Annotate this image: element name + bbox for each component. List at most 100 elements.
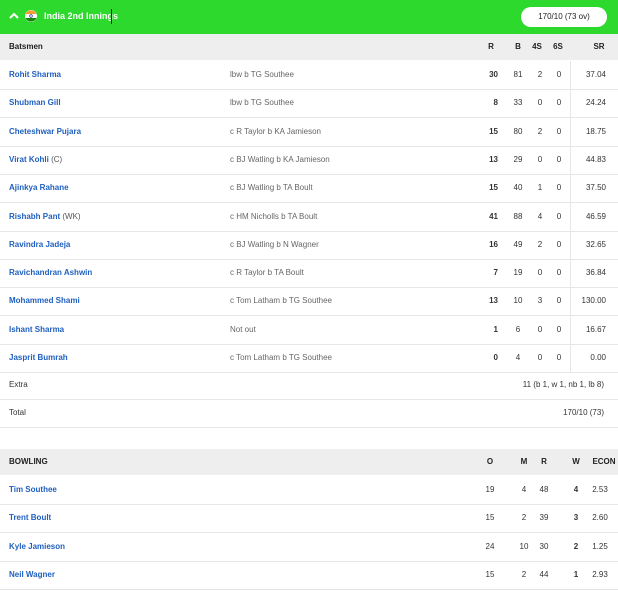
column-divider <box>570 145 571 174</box>
strike-rate-value: 0.00 <box>590 353 606 362</box>
dismissal-info: lbw b TG Southee <box>230 70 294 79</box>
dismissal-info: c BJ Watling b N Wagner <box>230 239 319 249</box>
sixes-value: 0 <box>556 70 562 79</box>
total-label: Total <box>9 408 26 417</box>
text-cursor <box>111 9 112 24</box>
sixes-value: 0 <box>556 296 562 306</box>
sixes-value: 0 <box>556 126 562 136</box>
dismissal-info: c Tom Latham b TG Southee <box>230 296 332 306</box>
bowler-name-link[interactable]: Neil Wagner <box>9 561 55 589</box>
runs-conceded-value: 48 <box>539 485 549 494</box>
fours-value: 0 <box>537 353 543 362</box>
bowler-name-link[interactable]: Tim Southee <box>9 476 57 504</box>
runs-value: 1 <box>493 324 498 334</box>
overs-value: 24 <box>485 541 495 551</box>
batsman-name: Cheteshwar Pujara <box>9 126 82 136</box>
maidens-value: 2 <box>521 513 527 523</box>
runs-value: 13 <box>489 296 498 306</box>
batsman-name-link[interactable]: Mohammed Shami <box>9 287 80 315</box>
sr-column-header: SR <box>593 42 605 51</box>
strike-rate-value: 24.24 <box>585 98 606 108</box>
runs-conceded-value: 44 <box>539 569 549 579</box>
batsman-row: Ajinkya Rahane c BJ Watling b TA Boult 15 4… <box>0 174 618 204</box>
dismissal-info: c Tom Latham b TG Southee <box>230 353 332 362</box>
batsman-name: Mohammed Shami <box>9 296 80 306</box>
runs-conceded-value: 30 <box>539 541 549 551</box>
batsman-row: Ravichandran Ashwin c R Taylor b TA Boult… <box>0 259 618 289</box>
batsman-row: Rohit Sharma lbw b TG Southee 30 81 2 0 37.04 <box>0 61 618 90</box>
batsman-name-link[interactable]: Rohit Sharma <box>9 61 61 89</box>
batsman-name: Rohit Sharma <box>9 70 62 79</box>
sixes-value: 0 <box>556 154 562 164</box>
batsman-name-link[interactable]: Ravichandran Ashwin <box>9 259 92 287</box>
maidens-value: 10 <box>519 541 529 551</box>
fours-value: 2 <box>537 70 543 79</box>
dismissal-info: c HM Nicholls b TA Boult <box>230 211 318 221</box>
wickets-value: 2 <box>573 541 579 551</box>
total-row: Total 170/10 (73) <box>0 399 618 428</box>
balls-value: 6 <box>515 324 521 334</box>
balls-value: 49 <box>513 239 523 249</box>
sixes-value: 0 <box>556 183 562 193</box>
fours-value: 0 <box>537 324 543 334</box>
runs-conceded-column-header: R <box>541 457 547 466</box>
wickets-value: 4 <box>573 485 579 494</box>
batsman-name-link[interactable]: Ravindra Jadeja <box>9 231 70 259</box>
batsman-name-link[interactable]: Virat Kohli (C) <box>9 146 62 174</box>
dismissal-info: c BJ Watling b TA Boult <box>230 183 313 193</box>
runs-value: 8 <box>493 98 498 108</box>
batsman-name-link[interactable]: Ishant Sharma <box>9 316 64 344</box>
maidens-column-header: M <box>520 457 528 466</box>
bowler-row: Tim Southee 19 4 48 4 2.53 <box>0 476 618 505</box>
strike-rate-value: 44.83 <box>585 154 606 164</box>
column-divider <box>570 230 571 259</box>
sixes-value: 0 <box>556 268 562 278</box>
sixes-value: 0 <box>556 324 562 334</box>
bowling-table-header: BOWLING O M R W ECON <box>0 449 618 475</box>
sixes-value: 0 <box>556 211 562 221</box>
innings-score-badge: 170/10 (73 ov) <box>521 7 607 27</box>
batsman-row: Ishant Sharma Not out 1 6 0 0 16.67 <box>0 315 618 345</box>
innings-header[interactable]: India 2nd Innings 170/10 (73 ov) <box>0 0 618 34</box>
fours-column-header: 4S <box>532 42 542 51</box>
balls-value: 81 <box>513 70 523 79</box>
batting-table-header: Batsmen R B 4S 6S SR <box>0 34 618 60</box>
batsman-name-link[interactable]: Cheteshwar Pujara <box>9 118 81 146</box>
batsman-role: (WK) <box>62 211 81 221</box>
sixes-value: 0 <box>556 239 562 249</box>
runs-conceded-value: 39 <box>539 513 549 523</box>
economy-value: 2.60 <box>592 513 608 523</box>
batsman-name: Jasprit Bumrah <box>9 353 68 362</box>
fours-value: 0 <box>537 98 543 108</box>
batsman-name-link[interactable]: Shubman Gill <box>9 89 61 117</box>
bowler-name-link[interactable]: Trent Boult <box>9 504 51 532</box>
bowling-column-header: BOWLING <box>9 457 48 466</box>
dismissal-info: Not out <box>230 324 256 334</box>
wickets-value: 1 <box>573 569 579 579</box>
column-divider <box>570 287 571 316</box>
strike-rate-value: 130.00 <box>581 296 606 306</box>
column-divider <box>570 315 571 344</box>
balls-value: 19 <box>513 268 523 278</box>
sixes-column-header: 6S <box>553 42 563 51</box>
batsman-name: Ishant Sharma <box>9 324 65 334</box>
batsman-row: Virat Kohli (C) c BJ Watling b KA Jamieso… <box>0 145 618 175</box>
innings-title: India 2nd Innings <box>44 11 118 21</box>
batsman-row: Shubman Gill lbw b TG Southee 8 33 0 0 24.24 <box>0 89 618 119</box>
dismissal-info: lbw b TG Southee <box>230 98 294 108</box>
bowler-row: Kyle Jamieson 24 10 30 2 1.25 <box>0 533 618 562</box>
batsman-name-link[interactable]: Ajinkya Rahane <box>9 174 69 202</box>
batsman-name: Shubman Gill <box>9 98 61 108</box>
maidens-value: 2 <box>521 569 527 579</box>
chevron-up-icon[interactable] <box>8 10 20 22</box>
overs-value: 15 <box>485 513 495 523</box>
runs-value: 0 <box>493 353 498 362</box>
batsman-role: (C) <box>51 154 63 164</box>
dismissal-info: c R Taylor b KA Jamieson <box>230 126 322 136</box>
batsman-name-link[interactable]: Jasprit Bumrah <box>9 344 68 372</box>
economy-value: 2.53 <box>592 485 608 494</box>
economy-value: 2.93 <box>592 569 608 579</box>
batsman-name: Virat Kohli <box>9 154 49 164</box>
bowler-name-link[interactable]: Kyle Jamieson <box>9 533 65 561</box>
batsman-name-link[interactable]: Rishabh Pant (WK) <box>9 203 81 231</box>
